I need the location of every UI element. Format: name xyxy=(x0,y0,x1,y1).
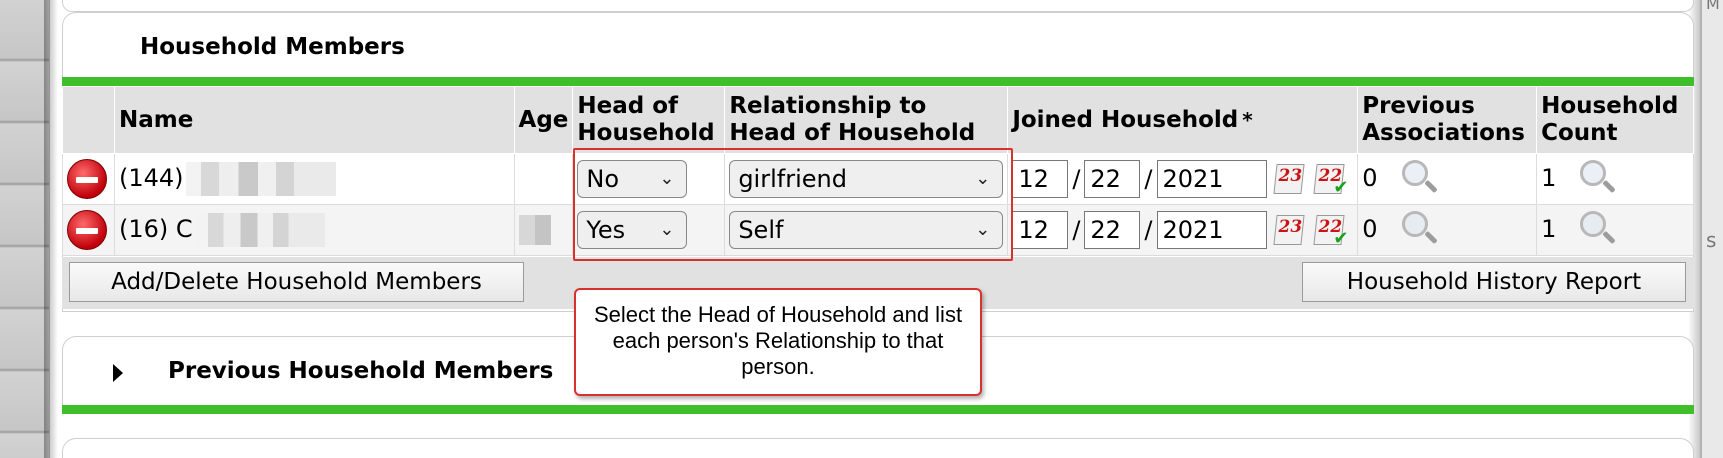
joined-day-input[interactable]: 22 xyxy=(1084,211,1141,249)
member-age-cell xyxy=(513,204,574,256)
redacted-age xyxy=(518,215,551,245)
joined-year-input[interactable]: 2021 xyxy=(1156,160,1267,198)
handle xyxy=(1423,230,1438,245)
annotation-highlight-box xyxy=(573,148,1013,261)
background-text-fragment: s xyxy=(1706,228,1717,252)
household-count-cell: 1 xyxy=(1536,204,1694,256)
joined-month-input[interactable]: 12 xyxy=(1012,160,1069,198)
remove-member-icon[interactable] xyxy=(67,210,107,250)
today-calendar-icon[interactable]: 22 ✔ xyxy=(1312,211,1349,249)
previous-associations-cell: 0 xyxy=(1357,204,1538,256)
magnifier-icon[interactable] xyxy=(1401,211,1438,249)
background-window-strip xyxy=(0,0,50,458)
lens xyxy=(1401,160,1428,186)
member-name-prefix: (144) xyxy=(118,164,184,192)
header-label: Household Count xyxy=(1541,93,1679,146)
background-text-fragment: M xyxy=(1706,0,1720,13)
member-name-cell: (144) xyxy=(113,153,515,205)
calendar-icon[interactable]: 23 xyxy=(1272,160,1307,198)
today-calendar-icon[interactable]: 22 ✔ xyxy=(1312,160,1349,198)
household-count-value: 1 xyxy=(1541,164,1557,192)
calendar-icon[interactable]: 23 xyxy=(1272,211,1307,249)
column-header-previous-associations: Previous Associations xyxy=(1357,86,1538,154)
checkmark-icon: ✔ xyxy=(1333,228,1349,249)
member-age-cell xyxy=(513,153,574,205)
lens xyxy=(1401,211,1428,237)
panel-accent-bar xyxy=(62,77,1694,86)
expand-triangle-icon[interactable] xyxy=(113,364,123,382)
household-count-value: 1 xyxy=(1541,215,1557,243)
date-separator: / xyxy=(1144,216,1153,244)
column-header-joined-household: Joined Household * xyxy=(1007,86,1359,154)
magnifier-icon[interactable] xyxy=(1401,160,1438,198)
member-name-cell: (16) C xyxy=(113,204,515,256)
joined-year-input[interactable]: 2021 xyxy=(1156,211,1267,249)
previous-associations-value: 0 xyxy=(1362,215,1378,243)
date-separator: / xyxy=(1144,165,1153,193)
household-history-report-button[interactable]: Household History Report xyxy=(1302,262,1686,302)
required-marker: * xyxy=(1242,107,1253,132)
row-actions-cell xyxy=(62,204,115,256)
household-count-cell: 1 xyxy=(1536,153,1694,205)
handle xyxy=(1602,230,1617,245)
handle xyxy=(1423,179,1438,194)
redacted-name xyxy=(185,162,336,196)
header-label: Head of Household xyxy=(577,93,715,146)
column-header-relationship: Relationship to Head of Household xyxy=(724,86,1009,154)
joined-household-cell: 12/22/2021 23 22 ✔ xyxy=(1007,204,1359,256)
window-shadow xyxy=(44,0,58,458)
header-label: Joined Household xyxy=(1012,106,1239,133)
header-label: Relationship to Head of Household xyxy=(729,93,976,146)
previous-panel-edge xyxy=(62,0,1694,12)
date-separator: / xyxy=(1072,216,1081,244)
date-separator: / xyxy=(1072,165,1081,193)
panel-accent-bar xyxy=(62,405,1694,414)
add-delete-members-button[interactable]: Add/Delete Household Members xyxy=(69,262,524,302)
magnifier-icon[interactable] xyxy=(1580,211,1617,249)
member-name-prefix: (16) C xyxy=(118,215,193,243)
row-actions-cell xyxy=(62,153,115,205)
previous-associations-value: 0 xyxy=(1362,164,1378,192)
magnifier-icon[interactable] xyxy=(1580,160,1617,198)
checkmark-icon: ✔ xyxy=(1333,177,1349,198)
table-header-row: Name Age Head of Household Relationship … xyxy=(62,86,1694,154)
column-header-age: Age xyxy=(513,86,574,154)
previous-associations-cell: 0 xyxy=(1357,153,1538,205)
joined-household-cell: 12/22/2021 23 22 ✔ xyxy=(1007,153,1359,205)
column-header-head-of-household: Head of Household xyxy=(572,86,726,154)
panel-title: Household Members xyxy=(140,34,405,60)
next-panel-edge xyxy=(62,438,1694,458)
section-title[interactable]: Previous Household Members xyxy=(168,358,553,384)
header-label: Previous Associations xyxy=(1362,93,1525,146)
joined-month-input[interactable]: 12 xyxy=(1012,211,1069,249)
column-header-actions xyxy=(62,86,115,154)
annotation-callout: Select the Head of Household and list ea… xyxy=(574,288,982,396)
calendar-number: 23 xyxy=(1278,166,1303,186)
joined-day-input[interactable]: 22 xyxy=(1084,160,1141,198)
remove-member-icon[interactable] xyxy=(67,159,107,199)
calendar-number: 23 xyxy=(1278,217,1303,237)
column-header-name: Name xyxy=(113,86,515,154)
handle xyxy=(1602,179,1617,194)
column-header-household-count: Household Count xyxy=(1536,86,1694,154)
redacted-name xyxy=(194,213,325,247)
